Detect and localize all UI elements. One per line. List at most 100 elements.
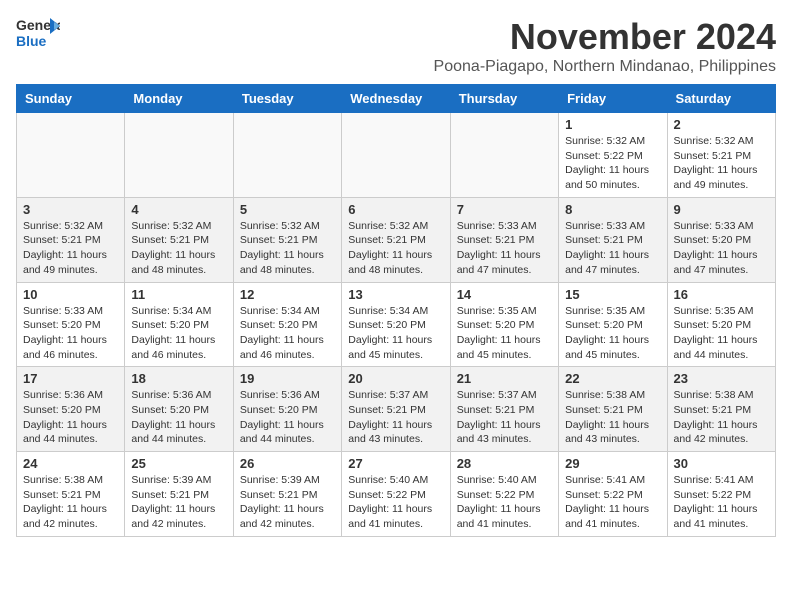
day-number: 27 xyxy=(348,456,443,471)
calendar-day-cell: 16 Sunrise: 5:35 AM Sunset: 5:20 PM Dayli… xyxy=(667,282,775,367)
day-number: 7 xyxy=(457,202,552,217)
day-info: Sunrise: 5:33 AM Sunset: 5:20 PM Dayligh… xyxy=(674,219,769,278)
calendar-day-cell: 10Sunrise: 5:33 AM Sunset: 5:20 PM Dayli… xyxy=(17,282,125,367)
calendar-day-cell: 23Sunrise: 5:38 AM Sunset: 5:21 PM Dayli… xyxy=(667,367,775,452)
weekday-header-saturday: Saturday xyxy=(667,85,775,113)
calendar-day-cell: 19 Sunrise: 5:36 AM Sunset: 5:20 PM Dayli… xyxy=(233,367,341,452)
day-number: 15 xyxy=(565,287,660,302)
day-number: 18 xyxy=(131,371,226,386)
day-number: 9 xyxy=(674,202,769,217)
calendar-day-cell: 25 Sunrise: 5:39 AM Sunset: 5:21 PM Dayli… xyxy=(125,452,233,537)
day-info: Sunrise: 5:33 AM Sunset: 5:21 PM Dayligh… xyxy=(457,219,552,278)
weekday-header-wednesday: Wednesday xyxy=(342,85,450,113)
calendar-day-cell: 4 Sunrise: 5:32 AM Sunset: 5:21 PM Daylig… xyxy=(125,197,233,282)
calendar-day-cell: 3 Sunrise: 5:32 AM Sunset: 5:21 PM Daylig… xyxy=(17,197,125,282)
calendar-day-cell xyxy=(125,113,233,198)
day-info: Sunrise: 5:36 AM Sunset: 5:20 PM Dayligh… xyxy=(23,388,118,447)
calendar-day-cell: 27 Sunrise: 5:40 AM Sunset: 5:22 PM Dayli… xyxy=(342,452,450,537)
day-number: 17 xyxy=(23,371,118,386)
calendar-week-1: 1Sunrise: 5:32 AM Sunset: 5:22 PM Daylig… xyxy=(17,113,776,198)
calendar-day-cell: 7 Sunrise: 5:33 AM Sunset: 5:21 PM Daylig… xyxy=(450,197,558,282)
calendar-day-cell: 22 Sunrise: 5:38 AM Sunset: 5:21 PM Dayli… xyxy=(559,367,667,452)
day-info: Sunrise: 5:34 AM Sunset: 5:20 PM Dayligh… xyxy=(240,304,335,363)
calendar-day-cell: 28 Sunrise: 5:40 AM Sunset: 5:22 PM Dayli… xyxy=(450,452,558,537)
calendar-day-cell: 1Sunrise: 5:32 AM Sunset: 5:22 PM Daylig… xyxy=(559,113,667,198)
calendar-day-cell: 9 Sunrise: 5:33 AM Sunset: 5:20 PM Daylig… xyxy=(667,197,775,282)
day-number: 8 xyxy=(565,202,660,217)
day-info: Sunrise: 5:32 AM Sunset: 5:21 PM Dayligh… xyxy=(348,219,443,278)
day-info: Sunrise: 5:36 AM Sunset: 5:20 PM Dayligh… xyxy=(240,388,335,447)
weekday-header-monday: Monday xyxy=(125,85,233,113)
day-number: 12 xyxy=(240,287,335,302)
day-info: Sunrise: 5:35 AM Sunset: 5:20 PM Dayligh… xyxy=(457,304,552,363)
weekday-header-tuesday: Tuesday xyxy=(233,85,341,113)
calendar-week-2: 3 Sunrise: 5:32 AM Sunset: 5:21 PM Daylig… xyxy=(17,197,776,282)
day-number: 21 xyxy=(457,371,552,386)
calendar-week-4: 17 Sunrise: 5:36 AM Sunset: 5:20 PM Dayli… xyxy=(17,367,776,452)
logo: General Blue xyxy=(16,16,60,57)
calendar-day-cell: 30 Sunrise: 5:41 AM Sunset: 5:22 PM Dayli… xyxy=(667,452,775,537)
month-title: November 2024 xyxy=(434,16,776,58)
day-number: 20 xyxy=(348,371,443,386)
calendar-week-5: 24 Sunrise: 5:38 AM Sunset: 5:21 PM Dayli… xyxy=(17,452,776,537)
day-number: 16 xyxy=(674,287,769,302)
day-number: 13 xyxy=(348,287,443,302)
calendar-day-cell: 15 Sunrise: 5:35 AM Sunset: 5:20 PM Dayli… xyxy=(559,282,667,367)
day-number: 3 xyxy=(23,202,118,217)
day-info: Sunrise: 5:37 AM Sunset: 5:21 PM Dayligh… xyxy=(457,388,552,447)
calendar-day-cell: 18 Sunrise: 5:36 AM Sunset: 5:20 PM Dayli… xyxy=(125,367,233,452)
day-info: Sunrise: 5:39 AM Sunset: 5:21 PM Dayligh… xyxy=(131,473,226,532)
day-info: Sunrise: 5:32 AM Sunset: 5:21 PM Dayligh… xyxy=(23,219,118,278)
svg-text:Blue: Blue xyxy=(16,33,47,49)
day-number: 22 xyxy=(565,371,660,386)
day-info: Sunrise: 5:39 AM Sunset: 5:21 PM Dayligh… xyxy=(240,473,335,532)
calendar-day-cell: 21 Sunrise: 5:37 AM Sunset: 5:21 PM Dayli… xyxy=(450,367,558,452)
day-info: Sunrise: 5:34 AM Sunset: 5:20 PM Dayligh… xyxy=(348,304,443,363)
day-info: Sunrise: 5:41 AM Sunset: 5:22 PM Dayligh… xyxy=(565,473,660,532)
day-number: 4 xyxy=(131,202,226,217)
day-number: 30 xyxy=(674,456,769,471)
title-section: November 2024 Poona-Piagapo, Northern Mi… xyxy=(434,16,776,76)
calendar-day-cell: 29Sunrise: 5:41 AM Sunset: 5:22 PM Dayli… xyxy=(559,452,667,537)
day-number: 28 xyxy=(457,456,552,471)
day-info: Sunrise: 5:37 AM Sunset: 5:21 PM Dayligh… xyxy=(348,388,443,447)
day-number: 19 xyxy=(240,371,335,386)
day-info: Sunrise: 5:32 AM Sunset: 5:22 PM Dayligh… xyxy=(565,134,660,193)
calendar-header-row: SundayMondayTuesdayWednesdayThursdayFrid… xyxy=(17,85,776,113)
day-info: Sunrise: 5:32 AM Sunset: 5:21 PM Dayligh… xyxy=(131,219,226,278)
day-info: Sunrise: 5:35 AM Sunset: 5:20 PM Dayligh… xyxy=(565,304,660,363)
day-number: 25 xyxy=(131,456,226,471)
day-info: Sunrise: 5:40 AM Sunset: 5:22 PM Dayligh… xyxy=(348,473,443,532)
day-number: 5 xyxy=(240,202,335,217)
calendar-day-cell: 8Sunrise: 5:33 AM Sunset: 5:21 PM Daylig… xyxy=(559,197,667,282)
day-number: 24 xyxy=(23,456,118,471)
day-info: Sunrise: 5:35 AM Sunset: 5:20 PM Dayligh… xyxy=(674,304,769,363)
calendar-day-cell: 5Sunrise: 5:32 AM Sunset: 5:21 PM Daylig… xyxy=(233,197,341,282)
calendar-day-cell: 11Sunrise: 5:34 AM Sunset: 5:20 PM Dayli… xyxy=(125,282,233,367)
calendar-week-3: 10Sunrise: 5:33 AM Sunset: 5:20 PM Dayli… xyxy=(17,282,776,367)
day-number: 23 xyxy=(674,371,769,386)
day-number: 6 xyxy=(348,202,443,217)
day-info: Sunrise: 5:41 AM Sunset: 5:22 PM Dayligh… xyxy=(674,473,769,532)
calendar-day-cell: 2Sunrise: 5:32 AM Sunset: 5:21 PM Daylig… xyxy=(667,113,775,198)
weekday-header-sunday: Sunday xyxy=(17,85,125,113)
day-info: Sunrise: 5:33 AM Sunset: 5:20 PM Dayligh… xyxy=(23,304,118,363)
day-number: 2 xyxy=(674,117,769,132)
day-info: Sunrise: 5:38 AM Sunset: 5:21 PM Dayligh… xyxy=(23,473,118,532)
calendar-day-cell xyxy=(233,113,341,198)
page-header: General Blue November 2024 Poona-Piagapo… xyxy=(16,16,776,76)
day-number: 14 xyxy=(457,287,552,302)
weekday-header-thursday: Thursday xyxy=(450,85,558,113)
calendar-day-cell: 17 Sunrise: 5:36 AM Sunset: 5:20 PM Dayli… xyxy=(17,367,125,452)
calendar-day-cell: 26 Sunrise: 5:39 AM Sunset: 5:21 PM Dayli… xyxy=(233,452,341,537)
day-info: Sunrise: 5:40 AM Sunset: 5:22 PM Dayligh… xyxy=(457,473,552,532)
day-info: Sunrise: 5:34 AM Sunset: 5:20 PM Dayligh… xyxy=(131,304,226,363)
day-info: Sunrise: 5:36 AM Sunset: 5:20 PM Dayligh… xyxy=(131,388,226,447)
weekday-header-friday: Friday xyxy=(559,85,667,113)
day-info: Sunrise: 5:38 AM Sunset: 5:21 PM Dayligh… xyxy=(565,388,660,447)
day-number: 26 xyxy=(240,456,335,471)
calendar-day-cell: 12 Sunrise: 5:34 AM Sunset: 5:20 PM Dayli… xyxy=(233,282,341,367)
calendar-day-cell: 24 Sunrise: 5:38 AM Sunset: 5:21 PM Dayli… xyxy=(17,452,125,537)
calendar-table: SundayMondayTuesdayWednesdayThursdayFrid… xyxy=(16,84,776,537)
calendar-day-cell: 6 Sunrise: 5:32 AM Sunset: 5:21 PM Daylig… xyxy=(342,197,450,282)
